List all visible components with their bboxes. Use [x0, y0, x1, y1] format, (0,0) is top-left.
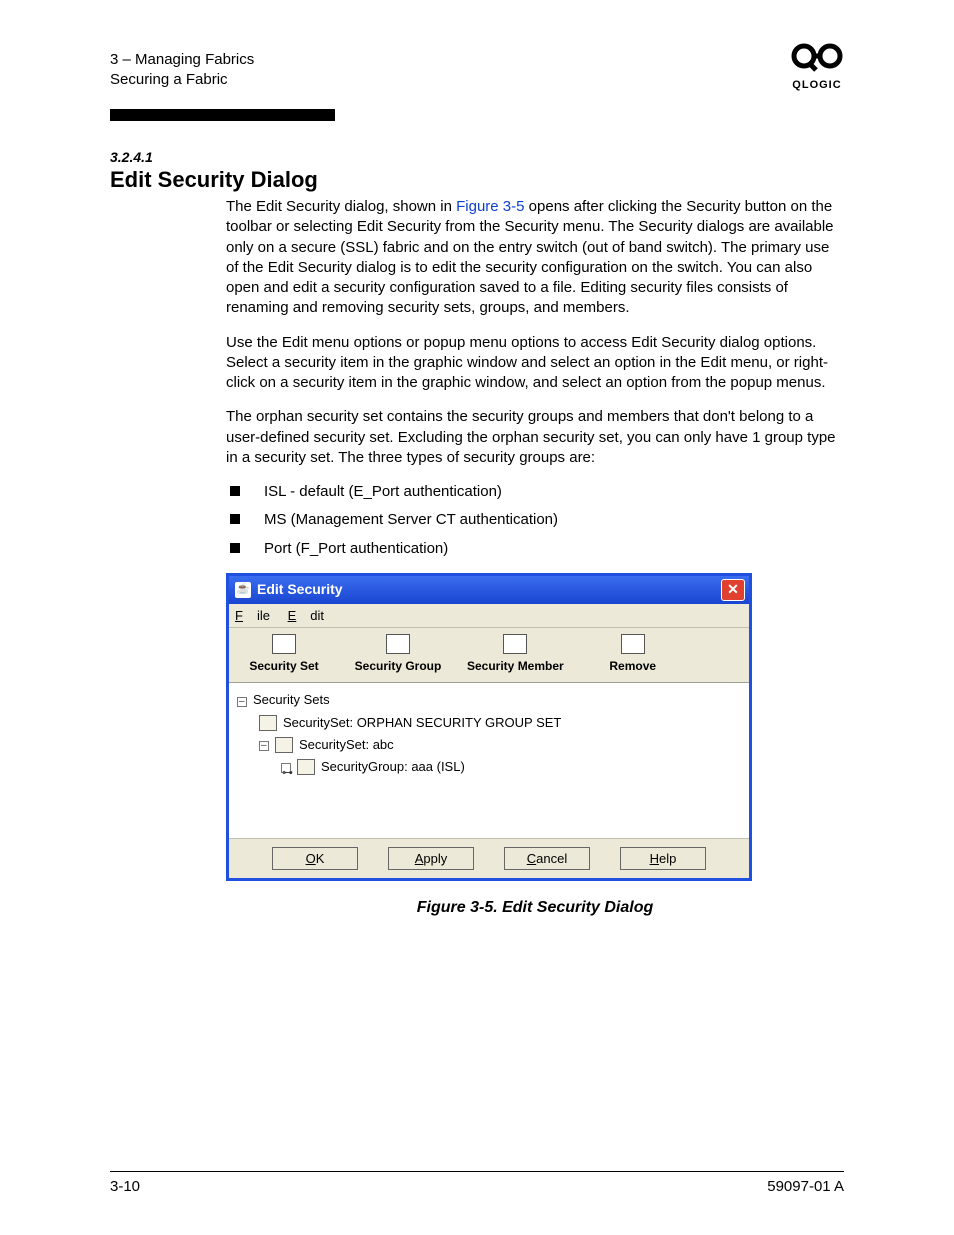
tool-security-group[interactable]: Security Group — [353, 634, 443, 674]
help-button[interactable]: Help — [620, 847, 706, 871]
security-member-icon — [503, 634, 527, 654]
bullet-item: MS (Management Server CT authentication) — [226, 510, 844, 530]
brand-logo: QLOGIC — [790, 40, 844, 91]
edit-security-dialog: ☕ Edit Security ✕ File Edit Security Set — [226, 573, 752, 882]
toolbar: Security Set Security Group Security Mem… — [229, 628, 749, 683]
securityset-icon — [275, 737, 293, 753]
dialog-button-row: OK Apply Cancel Help — [229, 838, 749, 879]
paragraph-2: Use the Edit menu options or popup menu … — [226, 333, 844, 394]
cancel-button[interactable]: Cancel — [504, 847, 590, 871]
tool-security-member[interactable]: Security Member — [467, 634, 564, 674]
qlogic-logo-icon — [790, 40, 844, 72]
tree-root[interactable]: Security Sets — [237, 689, 741, 711]
ok-button[interactable]: OK — [272, 847, 358, 871]
page-number: 3-10 — [110, 1178, 140, 1195]
apply-button[interactable]: Apply — [388, 847, 474, 871]
securitygroup-icon — [297, 759, 315, 775]
close-button[interactable]: ✕ — [721, 579, 745, 601]
bullet-item: Port (F_Port authentication) — [226, 539, 844, 559]
securityset-icon — [259, 715, 277, 731]
dialog-title: Edit Security — [257, 580, 343, 599]
brand-text: QLOGIC — [790, 79, 844, 91]
paragraph-3: The orphan security set contains the sec… — [226, 407, 844, 468]
security-group-icon — [386, 634, 410, 654]
tree-node-abc[interactable]: SecuritySet: abc — [237, 734, 741, 756]
tree-node-group-aaa[interactable]: SecurityGroup: aaa (ISL) — [237, 756, 741, 778]
bullet-item: ISL - default (E_Port authentication) — [226, 482, 844, 502]
expand-handle-icon[interactable] — [237, 696, 247, 706]
chapter-line: 3 – Managing Fabrics — [110, 50, 254, 70]
tool-remove[interactable]: Remove — [588, 634, 678, 674]
figure-caption: Figure 3-5. Edit Security Dialog — [226, 897, 844, 919]
bullet-list: ISL - default (E_Port authentication) MS… — [226, 482, 844, 559]
app-icon: ☕ — [235, 582, 251, 598]
leaf-handle-icon — [281, 762, 291, 772]
tree-node-orphan[interactable]: SecuritySet: ORPHAN SECURITY GROUP SET — [237, 712, 741, 734]
menu-file[interactable]: File — [235, 608, 270, 623]
tool-security-set[interactable]: Security Set — [239, 634, 329, 674]
close-icon: ✕ — [727, 580, 739, 599]
paragraph-1: The Edit Security dialog, shown in Figur… — [226, 197, 844, 319]
security-set-icon — [272, 634, 296, 654]
menubar: File Edit — [229, 604, 749, 629]
menu-edit[interactable]: Edit — [288, 608, 324, 623]
doc-id: 59097-01 A — [767, 1178, 844, 1195]
section-title: Edit Security Dialog — [110, 167, 844, 193]
figure-link[interactable]: Figure 3-5 — [456, 198, 524, 215]
section-line: Securing a Fabric — [110, 70, 254, 90]
header-rule — [110, 109, 335, 121]
page-footer: 3-10 59097-01 A — [110, 1171, 844, 1195]
dialog-titlebar: ☕ Edit Security ✕ — [229, 576, 749, 604]
expand-handle-icon[interactable] — [259, 740, 269, 750]
security-tree[interactable]: Security Sets SecuritySet: ORPHAN SECURI… — [229, 683, 749, 837]
section-number: 3.2.4.1 — [110, 149, 844, 165]
remove-icon — [621, 634, 645, 654]
page-header-left: 3 – Managing Fabrics Securing a Fabric — [110, 50, 254, 91]
